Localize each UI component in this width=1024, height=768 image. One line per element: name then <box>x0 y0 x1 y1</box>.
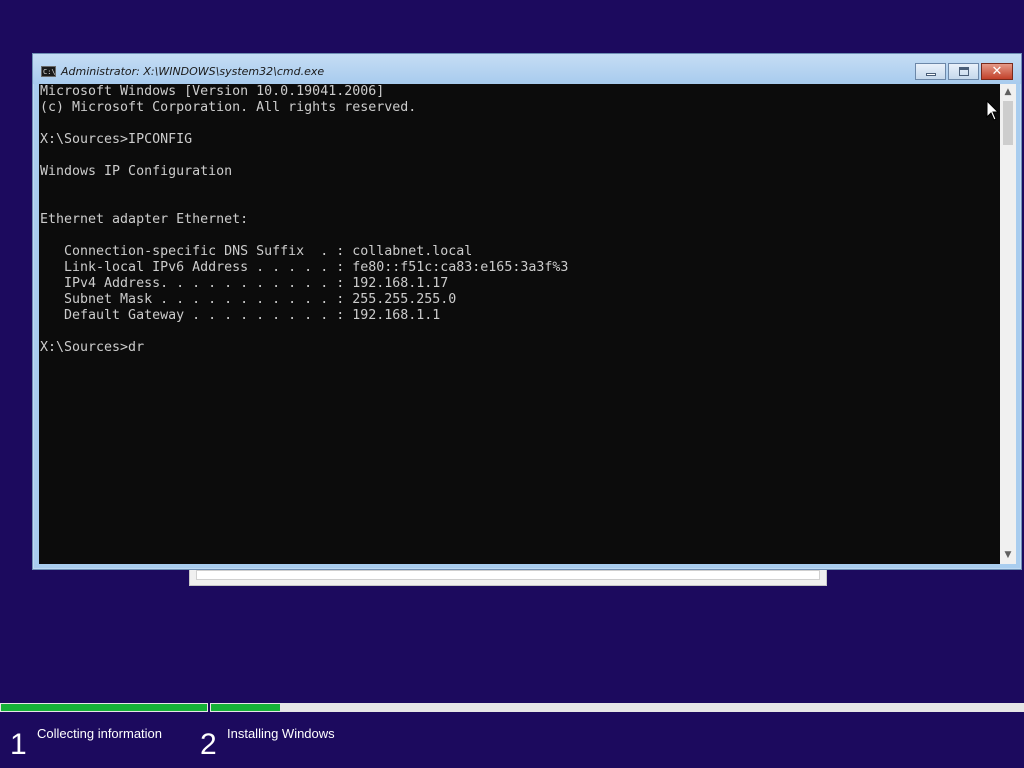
window-title: Administrator: X:\WINDOWS\system32\cmd.e… <box>61 65 325 78</box>
cmd-icon[interactable]: C:\ <box>41 66 56 77</box>
vertical-scrollbar[interactable]: ▲ ▼ <box>1000 84 1016 564</box>
progress-fill-2 <box>211 704 280 711</box>
console-line: Subnet Mask . . . . . . . . . . . : 255.… <box>40 292 457 307</box>
console-output[interactable]: Microsoft Windows [Version 10.0.19041.20… <box>39 84 1000 564</box>
cmd-window[interactable]: C:\ Administrator: X:\WINDOWS\system32\c… <box>32 53 1022 570</box>
console-line: Link-local IPv6 Address . . . . . : fe80… <box>40 260 569 275</box>
close-button[interactable]: ✕ <box>981 63 1013 80</box>
scroll-thumb[interactable] <box>1003 101 1013 145</box>
step-label: Installing Windows <box>227 726 335 741</box>
console-line: X:\Sources>IPCONFIG <box>40 132 193 147</box>
scroll-down-icon[interactable]: ▼ <box>1000 547 1016 564</box>
maximize-icon <box>959 67 969 76</box>
step-number: 1 <box>10 728 27 761</box>
title-bar[interactable]: C:\ Administrator: X:\WINDOWS\system32\c… <box>33 54 1021 84</box>
progress-fill-1 <box>1 704 207 711</box>
console-line: IPv4 Address. . . . . . . . . . . : 192.… <box>40 276 449 291</box>
progress-segment-2 <box>210 703 1024 712</box>
window-controls: ✕ <box>913 63 1013 80</box>
console-line: X:\Sources>dr <box>40 340 145 355</box>
console-line: Microsoft Windows [Version 10.0.19041.20… <box>40 84 385 99</box>
minimize-button[interactable] <box>915 63 946 80</box>
progress-segment-1 <box>0 703 208 712</box>
close-icon: ✕ <box>991 64 1003 79</box>
setup-dialog-panel <box>196 570 820 580</box>
console-line: Windows IP Configuration <box>40 164 233 179</box>
console-line: Default Gateway . . . . . . . . . : 192.… <box>40 308 441 323</box>
scroll-up-icon[interactable]: ▲ <box>1000 84 1016 101</box>
step-label: Collecting information <box>37 726 163 741</box>
setup-progress-bar <box>0 703 1024 712</box>
console-line: (c) Microsoft Corporation. All rights re… <box>40 100 417 115</box>
console-line: Ethernet adapter Ethernet: <box>40 212 249 227</box>
mouse-pointer-icon <box>986 100 1000 121</box>
console-lines: Microsoft Windows [Version 10.0.19041.20… <box>40 84 568 356</box>
console-line: Connection-specific DNS Suffix . : colla… <box>40 244 473 259</box>
step-number: 2 <box>200 728 217 761</box>
minimize-icon <box>926 73 936 76</box>
maximize-button[interactable] <box>948 63 979 80</box>
